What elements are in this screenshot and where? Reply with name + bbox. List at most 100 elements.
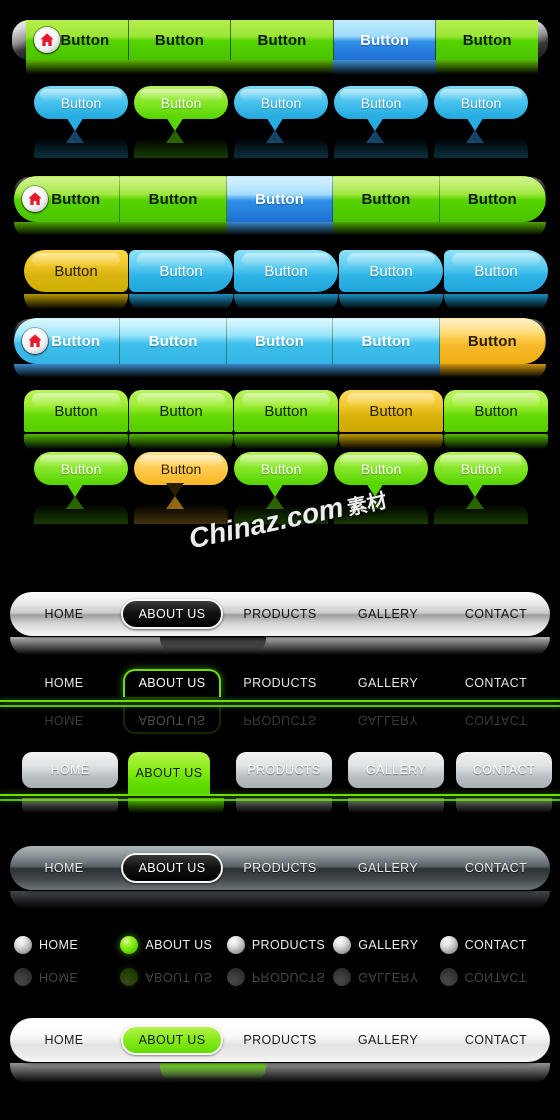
nav-item-gallery[interactable]: GALLERY bbox=[334, 607, 442, 621]
home-icon bbox=[22, 186, 48, 212]
tab-button-4-active[interactable]: Button bbox=[339, 390, 443, 432]
tab-button-2-label: Button bbox=[159, 402, 203, 420]
pill-button-3[interactable]: Button bbox=[234, 250, 338, 292]
bubble-tail-shadow bbox=[166, 130, 184, 143]
bar-button-4-active[interactable]: Button bbox=[333, 20, 437, 60]
pill-button-1-active[interactable]: Button bbox=[24, 250, 128, 292]
nav-item-contact[interactable]: CONTACT bbox=[442, 861, 550, 875]
nav-item-gallery[interactable]: GALLERY bbox=[334, 676, 442, 690]
tab-button-2[interactable]: Button bbox=[129, 390, 233, 432]
cyanbar-button-2[interactable]: Button bbox=[120, 318, 227, 364]
sphere-bullet-icon bbox=[14, 936, 32, 954]
pillbar-button-3-active[interactable]: Button bbox=[226, 176, 334, 222]
navbar: HOME ABOUT US PRODUCTS GALLERY CONTACT bbox=[10, 1018, 550, 1062]
navbar: HOME ABOUT US PRODUCTS GALLERY CONTACT bbox=[14, 930, 546, 960]
sphere-bullet-active-icon bbox=[120, 936, 139, 954]
nav-item-home[interactable]: HOME bbox=[22, 752, 118, 788]
cyanbar-button-3[interactable]: Button bbox=[226, 318, 334, 364]
navbar-reflection bbox=[10, 637, 550, 657]
nav-item-home-label: HOME bbox=[39, 938, 79, 952]
bubble-tail-shadow bbox=[266, 130, 284, 143]
pill-button-4[interactable]: Button bbox=[339, 250, 443, 292]
cyanbar-button-5-active[interactable]: Button bbox=[439, 318, 546, 364]
tab-button-3[interactable]: Button bbox=[234, 390, 338, 432]
nav-item-contact[interactable]: CONTACT bbox=[439, 936, 546, 954]
nav-item-about-us[interactable]: ABOUT US bbox=[118, 1025, 226, 1055]
segmented-green-bar: Button Button Button Button Button bbox=[0, 18, 560, 80]
nav-item-about-us[interactable]: ABOUT US bbox=[118, 853, 226, 883]
nav-item-home[interactable]: HOME bbox=[14, 936, 120, 954]
bar-button-1-label: Button bbox=[60, 31, 110, 49]
sphere-bullet-navbar: HOME ABOUT US PRODUCTS GALLERY CONTACT H… bbox=[0, 930, 560, 990]
nav-item-about-us[interactable]: ABOUT US bbox=[118, 599, 226, 629]
pillbar-button-2[interactable]: Button bbox=[120, 176, 227, 222]
cyanbar-button-1[interactable]: Button bbox=[14, 318, 121, 364]
nav-item-gallery-label: GALLERY bbox=[358, 938, 419, 952]
nav-reflection-home: HOME bbox=[14, 968, 120, 986]
nav-item-products-label: PRODUCTS bbox=[243, 1033, 317, 1047]
pill-button-5-label: Button bbox=[474, 262, 518, 280]
bubble-tail-shadow bbox=[166, 496, 184, 509]
navbar: HOME ABOUT US PRODUCTS GALLERY CONTACT bbox=[10, 592, 550, 636]
bar-button-1[interactable]: Button bbox=[26, 20, 129, 60]
button-reflection bbox=[24, 434, 128, 452]
bubble-tail-shadow bbox=[466, 496, 484, 509]
bubble-tail-shadow bbox=[66, 496, 84, 509]
bubble-button-2-active[interactable]: Button bbox=[134, 86, 228, 158]
bar-button-5-label: Button bbox=[462, 31, 512, 49]
pillbar-button-1[interactable]: Button bbox=[14, 176, 121, 222]
tab-button-1[interactable]: Button bbox=[24, 390, 128, 432]
nav-item-home[interactable]: HOME bbox=[10, 861, 118, 875]
nav-item-contact[interactable]: CONTACT bbox=[442, 1033, 550, 1047]
nav-item-about-us[interactable]: ABOUT US bbox=[128, 752, 210, 794]
green-bubble-button-4-label: Button bbox=[360, 460, 402, 477]
nav-item-gallery[interactable]: GALLERY bbox=[334, 1033, 442, 1047]
nav-item-contact[interactable]: CONTACT bbox=[456, 752, 552, 788]
green-bubble-button-5[interactable]: Button bbox=[434, 452, 528, 524]
nav-item-home[interactable]: HOME bbox=[10, 607, 118, 621]
navbar-reflection: HOME ABOUT US PRODUCTS GALLERY CONTACT bbox=[14, 962, 546, 992]
nav-item-products[interactable]: PRODUCTS bbox=[226, 676, 334, 690]
nav-item-contact[interactable]: CONTACT bbox=[442, 607, 550, 621]
nav-item-about-us[interactable]: ABOUT US bbox=[120, 936, 226, 954]
nav-item-products[interactable]: PRODUCTS bbox=[226, 1033, 334, 1047]
navbar: HOME ABOUT US PRODUCTS GALLERY CONTACT bbox=[10, 846, 550, 890]
button-reflection bbox=[234, 434, 338, 452]
nav-item-gallery[interactable]: GALLERY bbox=[348, 752, 444, 788]
bubble-button-3[interactable]: Button bbox=[234, 86, 328, 158]
pill-button-5[interactable]: Button bbox=[444, 250, 548, 292]
nav-item-home[interactable]: HOME bbox=[10, 676, 118, 690]
green-bubble-button-2-active[interactable]: Button bbox=[134, 452, 228, 524]
tab-button-5[interactable]: Button bbox=[444, 390, 548, 432]
nav-item-about-us-label: ABOUT US bbox=[122, 669, 222, 697]
bar-button-5[interactable]: Button bbox=[436, 20, 538, 60]
nav-item-products[interactable]: PRODUCTS bbox=[226, 861, 334, 875]
green-bubble-button-1[interactable]: Button bbox=[34, 452, 128, 524]
bubble-button-5[interactable]: Button bbox=[434, 86, 528, 158]
nav-item-products[interactable]: PRODUCTS bbox=[236, 752, 332, 788]
bar-button-2[interactable]: Button bbox=[128, 20, 232, 60]
nav-item-products[interactable]: PRODUCTS bbox=[226, 607, 334, 621]
nav-item-gallery[interactable]: GALLERY bbox=[334, 861, 442, 875]
button-bar: Button Button Button Button Button bbox=[14, 318, 546, 364]
pill-button-2[interactable]: Button bbox=[129, 250, 233, 292]
bar-button-3[interactable]: Button bbox=[231, 20, 334, 60]
bubble-button-4[interactable]: Button bbox=[334, 86, 428, 158]
nav-reflection-home: HOME bbox=[44, 713, 84, 727]
nav-item-about-us-label: ABOUT US bbox=[145, 938, 213, 952]
nav-item-products[interactable]: PRODUCTS bbox=[226, 936, 333, 954]
speech-bubble-row-blue: Button Button Button Button Button bbox=[0, 86, 560, 158]
pillbar-button-5[interactable]: Button bbox=[439, 176, 546, 222]
navbar-reflection bbox=[10, 891, 550, 911]
bar-button-3-label: Button bbox=[257, 31, 307, 49]
nav-item-home[interactable]: HOME bbox=[10, 1033, 118, 1047]
home-icon bbox=[34, 27, 60, 53]
nav-item-about-us[interactable]: ABOUT US bbox=[118, 669, 226, 697]
nav-item-contact[interactable]: CONTACT bbox=[442, 676, 550, 690]
cyanbar-button-4[interactable]: Button bbox=[333, 318, 440, 364]
bubble-button-1[interactable]: Button bbox=[34, 86, 128, 158]
bar-reflection bbox=[14, 364, 546, 380]
nav-item-gallery[interactable]: GALLERY bbox=[333, 936, 439, 954]
pillbar-button-4[interactable]: Button bbox=[333, 176, 440, 222]
pill-button-2-label: Button bbox=[159, 262, 203, 280]
